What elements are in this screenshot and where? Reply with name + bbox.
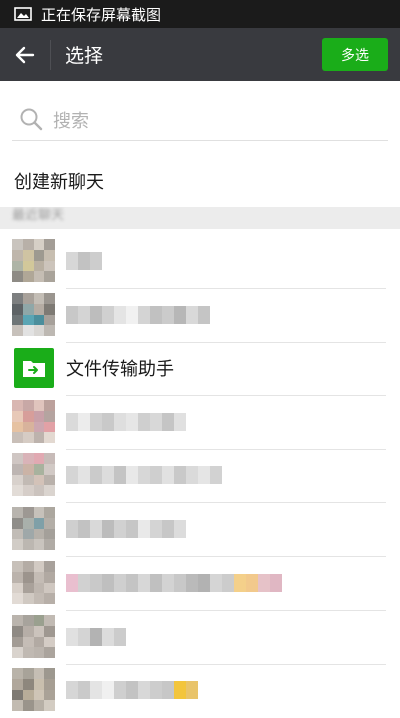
avatar xyxy=(12,561,55,604)
status-text: 正在保存屏幕截图 xyxy=(41,5,162,24)
chat-row-7[interactable] xyxy=(0,609,400,665)
chat-row-4[interactable] xyxy=(0,447,400,503)
chat-row-3[interactable] xyxy=(0,394,400,450)
toolbar-divider xyxy=(50,39,51,70)
search-bar[interactable]: 搜索 xyxy=(0,81,400,153)
search-underline xyxy=(12,140,388,141)
search-input[interactable]: 搜索 xyxy=(53,107,89,133)
chat-row-1[interactable] xyxy=(0,233,400,289)
image-icon xyxy=(14,7,32,21)
contact-name-pixelated xyxy=(66,628,126,646)
helper-name: 文件传输助手 xyxy=(66,359,174,380)
contact-name-pixelated xyxy=(66,466,222,484)
section-header-label: 最近聊天 xyxy=(12,208,65,223)
avatar xyxy=(12,615,55,658)
arrow-left-icon xyxy=(15,46,35,63)
contact-name-pixelated xyxy=(66,520,186,538)
contact-name-pixelated xyxy=(66,413,186,431)
page-title: 选择 xyxy=(65,45,104,67)
folder-arrow-icon xyxy=(14,348,54,388)
avatar xyxy=(12,239,55,282)
section-header: 最近聊天 xyxy=(0,207,400,229)
chat-row-5[interactable] xyxy=(0,501,400,557)
avatar xyxy=(12,400,55,443)
back-button[interactable] xyxy=(0,28,50,81)
chat-row-2[interactable] xyxy=(0,287,400,343)
toolbar: 选择 多选 xyxy=(0,28,400,81)
contact-name-pixelated xyxy=(66,306,210,324)
status-bar: 正在保存屏幕截图 xyxy=(0,0,400,28)
contact-name-pixelated xyxy=(66,252,102,270)
search-icon xyxy=(20,108,43,131)
avatar xyxy=(12,293,55,336)
contact-name-pixelated xyxy=(66,574,282,592)
avatar xyxy=(12,668,55,711)
avatar xyxy=(12,453,55,496)
avatar xyxy=(12,507,55,550)
multi-select-button[interactable]: 多选 xyxy=(322,38,388,71)
chat-row-8[interactable] xyxy=(0,662,400,718)
chat-row-6[interactable] xyxy=(0,555,400,611)
file-transfer-helper-item[interactable]: 文件传输助手 xyxy=(0,340,400,396)
contact-name-pixelated xyxy=(66,681,198,699)
create-new-chat-item[interactable]: 创建新聊天 xyxy=(14,168,104,194)
